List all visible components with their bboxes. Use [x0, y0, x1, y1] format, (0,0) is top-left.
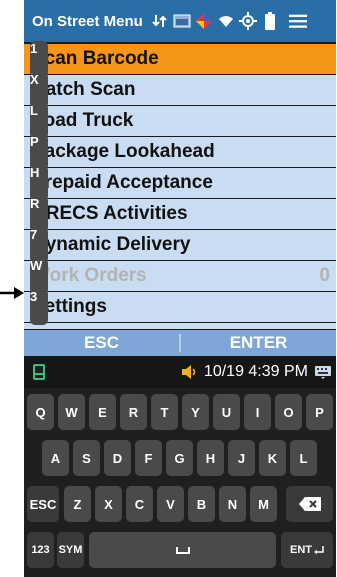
key-q[interactable]: Q: [27, 394, 54, 430]
menu-item-rrecs-activities[interactable]: R RRECS Activities: [24, 196, 336, 232]
key-w[interactable]: W: [58, 394, 85, 430]
menu-item-label: RRECS Activities: [32, 203, 188, 224]
pointer-arrow-icon: [0, 287, 24, 299]
menu-item-dynamic-delivery[interactable]: 7 Dynamic Delivery: [24, 227, 336, 263]
on-screen-keyboard: Q W E R T Y U I O P A S D F G H J K L ES…: [24, 388, 336, 577]
menu-item-scan-barcode[interactable]: 1 Scan Barcode: [24, 41, 336, 77]
menu-item-load-truck[interactable]: L Load Truck: [24, 103, 336, 139]
key-space[interactable]: [89, 532, 276, 568]
key-z[interactable]: Z: [64, 486, 91, 522]
hamburger-menu-icon[interactable]: [288, 12, 307, 30]
key-a[interactable]: A: [42, 440, 69, 476]
key-e[interactable]: E: [89, 394, 116, 430]
key-s[interactable]: S: [73, 440, 100, 476]
menu-item-label: Settings: [32, 296, 107, 317]
backspace-icon: [298, 497, 321, 511]
key-n[interactable]: N: [219, 486, 246, 522]
key-b[interactable]: B: [188, 486, 215, 522]
volume-icon: [180, 363, 198, 381]
menu-item-label: Dynamic Delivery: [32, 234, 191, 255]
menu-item-label: Prepaid Acceptance: [32, 172, 213, 193]
diamond-icon: [195, 12, 213, 30]
menu-item-prepaid-acceptance[interactable]: H Prepaid Acceptance: [24, 165, 336, 201]
key-o[interactable]: O: [275, 394, 302, 430]
clock: 10/19 4:39 PM: [203, 363, 308, 380]
key-u[interactable]: U: [213, 394, 240, 430]
key-v[interactable]: V: [157, 486, 184, 522]
menu-item-label: Package Lookahead: [32, 141, 215, 162]
key-g[interactable]: G: [166, 440, 193, 476]
data-transfer-icon: [151, 12, 169, 30]
menu-item-batch-scan[interactable]: X Batch Scan: [24, 72, 336, 108]
key-c[interactable]: C: [126, 486, 153, 522]
menu-list-end: [24, 323, 336, 329]
keyboard-row-4: 123 SYM ENT: [24, 532, 336, 572]
key-123[interactable]: 123: [27, 532, 54, 568]
key-m[interactable]: M: [250, 486, 277, 522]
key-r[interactable]: R: [120, 394, 147, 430]
key-f[interactable]: F: [135, 440, 162, 476]
key-d[interactable]: D: [104, 440, 131, 476]
menu-item-label: Load Truck: [32, 110, 134, 131]
app-window-icon: [173, 12, 191, 30]
wifi-icon: [217, 12, 235, 30]
menu-item-package-lookahead[interactable]: P Package Lookahead: [24, 134, 336, 170]
system-bar: 10/19 4:39 PM: [24, 357, 336, 387]
keyboard-icon[interactable]: [314, 363, 332, 381]
status-icons: [151, 12, 307, 30]
device-app-icon: [30, 363, 48, 381]
key-enter-label: ENT: [290, 544, 312, 556]
key-j[interactable]: J: [228, 440, 255, 476]
menu-item-settings[interactable]: 3 Settings: [24, 289, 336, 325]
key-backspace[interactable]: [286, 486, 333, 522]
menu-item-work-orders[interactable]: W Work Orders 0: [24, 258, 336, 294]
key-sym[interactable]: SYM: [57, 532, 84, 568]
keyboard-row-3: ESC Z X C V B N M: [24, 486, 336, 526]
keyboard-row-2: A S D F G H J K L: [24, 440, 336, 480]
status-bar: On Street Menu: [24, 0, 336, 42]
key-h[interactable]: H: [197, 440, 224, 476]
key-y[interactable]: Y: [182, 394, 209, 430]
key-enter[interactable]: ENT: [281, 532, 333, 568]
enter-return-icon: [314, 545, 324, 555]
key-esc[interactable]: ESC: [27, 486, 59, 522]
enter-button[interactable]: ENTER: [181, 330, 336, 356]
key-t[interactable]: T: [151, 394, 178, 430]
menu-item-count: 0: [319, 265, 330, 286]
esc-button[interactable]: ESC: [24, 330, 179, 356]
key-l[interactable]: L: [290, 440, 317, 476]
battery-icon: [261, 12, 279, 30]
key-p[interactable]: P: [306, 394, 333, 430]
key-k[interactable]: K: [259, 440, 286, 476]
menu-title: On Street Menu: [32, 12, 143, 30]
menu-item-label: Batch Scan: [32, 79, 136, 100]
keyboard-row-1: Q W E R T Y U I O P: [24, 394, 336, 434]
menu-item-label: Scan Barcode: [32, 48, 159, 69]
action-bar: ESC ENTER: [24, 330, 336, 356]
key-i[interactable]: I: [244, 394, 271, 430]
key-x[interactable]: X: [95, 486, 122, 522]
menu-item-key: 3: [30, 289, 48, 325]
space-icon: [175, 546, 190, 554]
menu-item-label: Work Orders: [32, 265, 147, 286]
menu-list: 1 Scan Barcode X Batch Scan L Load Truck…: [24, 41, 336, 329]
gps-icon: [238, 12, 257, 30]
handheld-screen: On Street Menu 1 Scan Barcode X Batch Sc…: [24, 0, 336, 577]
